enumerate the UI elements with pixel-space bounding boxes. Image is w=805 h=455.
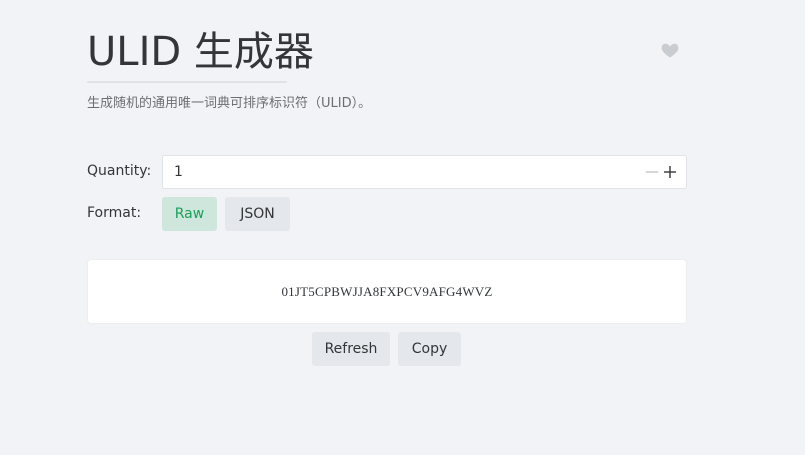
format-json-button[interactable]: JSON (225, 197, 290, 231)
quantity-label: Quantity: (87, 163, 152, 179)
decrement-icon[interactable] (644, 164, 660, 180)
ulid-generator-page: ULID 生成器 生成随机的通用唯一词典可排序标识符（ULID）。 Quanti… (0, 0, 805, 455)
title-divider (87, 81, 287, 83)
ulid-output: 01JT5CPBWJJA8FXPCV9AFG4WVZ (281, 284, 493, 299)
copy-button[interactable]: Copy (398, 332, 461, 366)
page-title: ULID 生成器 (87, 29, 314, 75)
heart-icon[interactable] (660, 40, 680, 60)
quantity-stepper (162, 155, 687, 189)
quantity-input[interactable] (174, 156, 614, 188)
increment-icon[interactable] (662, 164, 678, 180)
refresh-button[interactable]: Refresh (312, 332, 390, 366)
page-description: 生成随机的通用唯一词典可排序标识符（ULID）。 (87, 96, 372, 111)
format-raw-button[interactable]: Raw (162, 197, 217, 231)
format-label: Format: (87, 205, 142, 221)
result-card: 01JT5CPBWJJA8FXPCV9AFG4WVZ (87, 259, 687, 324)
